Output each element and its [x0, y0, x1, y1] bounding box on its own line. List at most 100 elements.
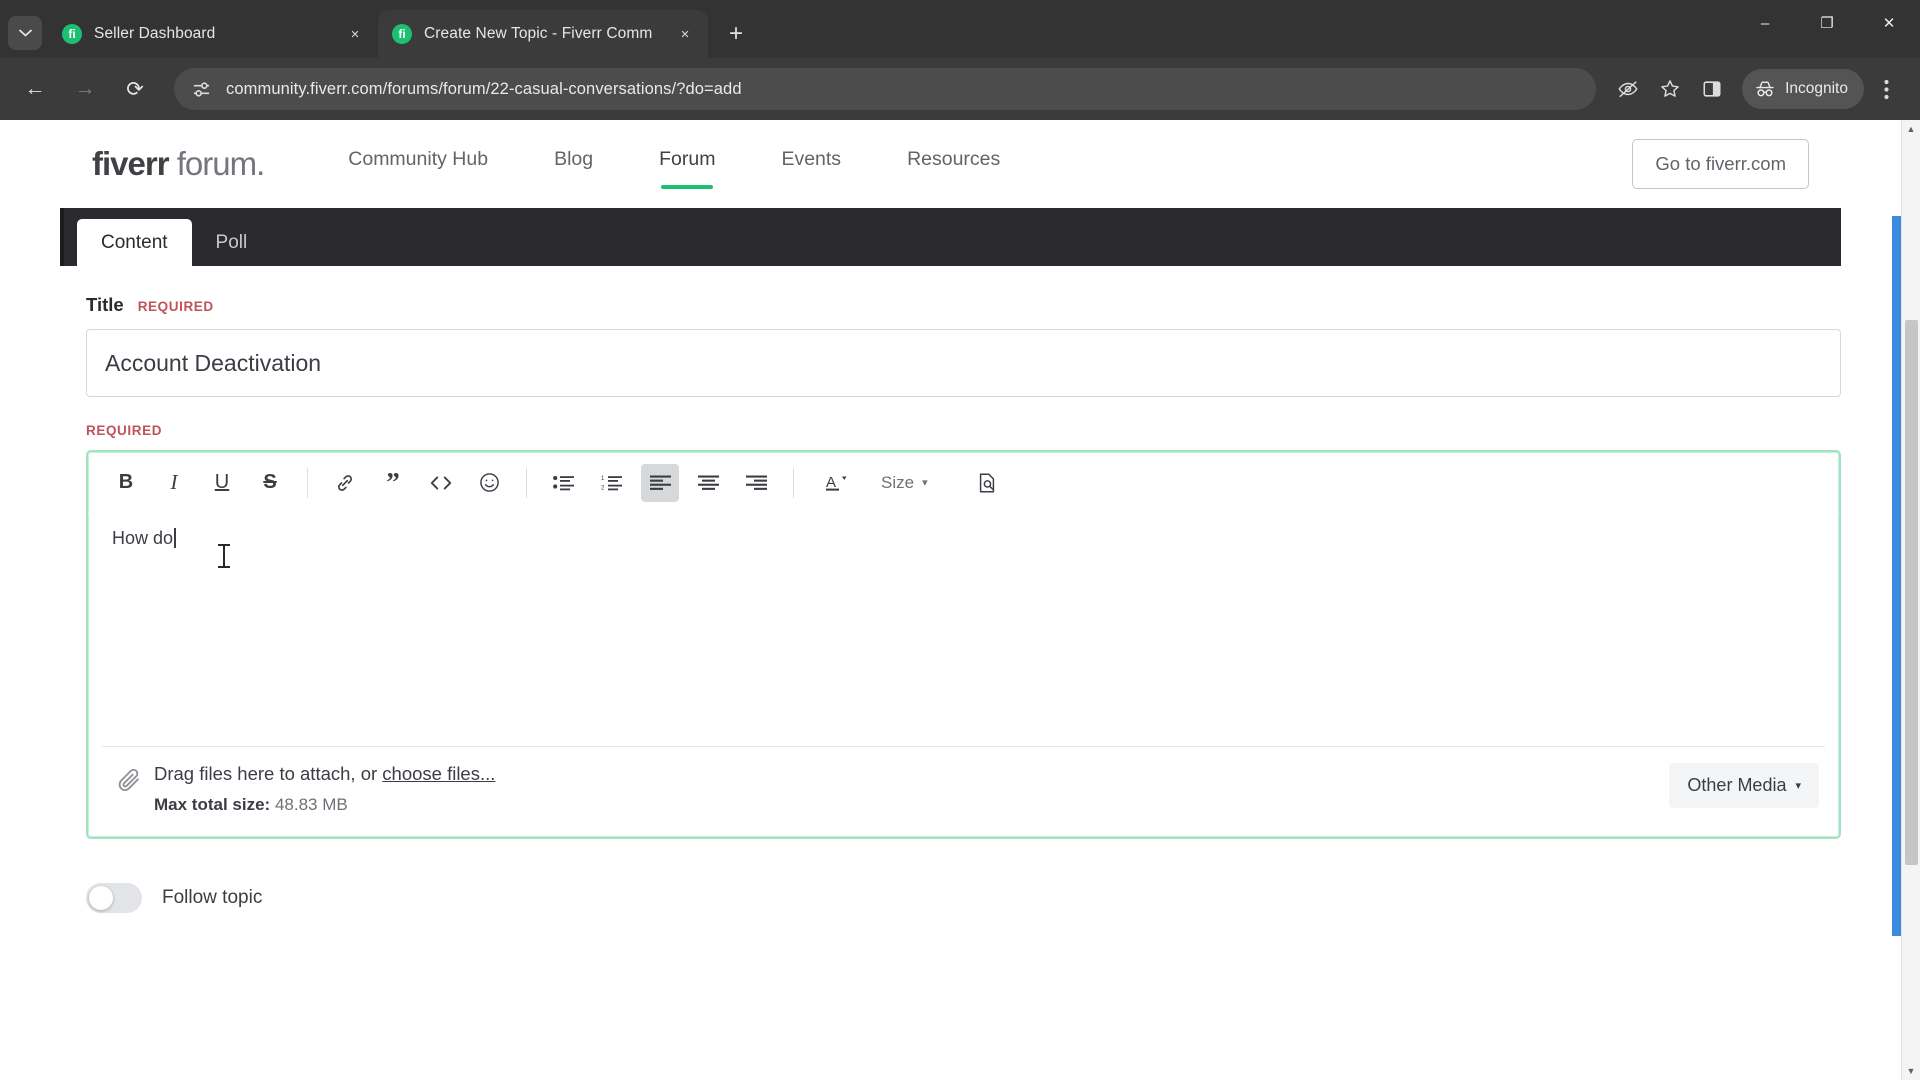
editor-toolbar: B I U S ” 1 2 A Size ▾: [88, 452, 1839, 514]
chevron-down-icon: [18, 29, 32, 37]
chevron-down-icon: ▾: [922, 477, 928, 489]
new-tab-button[interactable]: +: [718, 16, 754, 52]
back-button[interactable]: ←: [14, 68, 56, 110]
incognito-profile-button[interactable]: Incognito: [1742, 69, 1864, 109]
close-window-button[interactable]: ✕: [1858, 0, 1920, 46]
other-media-label: Other Media: [1687, 775, 1787, 795]
go-to-fiverr-button[interactable]: Go to fiverr.com: [1632, 139, 1809, 189]
drag-files-text: Drag files here to attach, or choose fil…: [154, 763, 495, 785]
form-tab-bar: Content Poll: [60, 208, 1841, 266]
quote-icon[interactable]: ”: [374, 464, 412, 502]
nav-item-blog[interactable]: Blog: [554, 148, 593, 181]
tab-title: Create New Topic - Fiverr Comm: [424, 25, 653, 42]
text-color-icon[interactable]: A: [812, 464, 858, 502]
title-input[interactable]: [86, 329, 1841, 397]
nav-item-forum[interactable]: Forum: [659, 148, 715, 189]
page-edge-highlight: [1892, 216, 1901, 936]
browser-toolbar: ← → ⟳ community.fiverr.com/forums/forum/…: [0, 58, 1920, 120]
toolbar-actions: Incognito: [1606, 69, 1906, 109]
font-size-dropdown[interactable]: Size ▾: [871, 464, 938, 502]
max-size-label: Max total size:: [154, 795, 271, 814]
svg-text:A: A: [826, 474, 836, 491]
scroll-up-arrow[interactable]: ▲: [1902, 120, 1920, 138]
tab-strip: fi Seller Dashboard × fi Create New Topi…: [0, 0, 1920, 58]
incognito-icon: [1756, 81, 1774, 97]
nav-item-events[interactable]: Events: [781, 148, 841, 181]
browser-tab-create-new-topic[interactable]: fi Create New Topic - Fiverr Comm ×: [378, 10, 708, 58]
strikethrough-button[interactable]: S: [251, 464, 289, 502]
tab-search-button[interactable]: [8, 16, 42, 50]
underline-button[interactable]: U: [203, 464, 241, 502]
site-header: fiverr forum. Community Hub Blog Forum E…: [0, 120, 1901, 208]
title-field-label: Title REQUIRED: [86, 294, 1841, 316]
browser-window: fi Seller Dashboard × fi Create New Topi…: [0, 0, 1920, 1080]
bullet-list-icon[interactable]: [545, 464, 583, 502]
svg-text:1: 1: [601, 476, 605, 482]
side-panel-icon[interactable]: [1692, 69, 1732, 109]
align-left-icon[interactable]: [641, 463, 679, 502]
bold-button[interactable]: B: [107, 464, 145, 502]
other-media-button[interactable]: Other Media ▾: [1669, 763, 1819, 808]
max-size-value: 48.83 MB: [274, 795, 348, 814]
form-body: Title REQUIRED REQUIRED B I U S: [60, 266, 1901, 913]
chevron-down-icon: ▾: [1795, 780, 1801, 792]
page-scrollbar[interactable]: ▲ ▼: [1901, 120, 1920, 1080]
profile-label: Incognito: [1785, 80, 1848, 97]
window-controls: – ❐ ✕: [1734, 0, 1920, 58]
toolbar-divider: [793, 467, 794, 498]
align-center-icon[interactable]: [689, 464, 727, 502]
content-required-badge: REQUIRED: [86, 423, 163, 438]
logo-bold: fiverr: [92, 145, 170, 182]
tab-poll[interactable]: Poll: [192, 219, 272, 266]
max-size-text: Max total size: 48.83 MB: [154, 795, 495, 815]
star-icon[interactable]: [1650, 69, 1690, 109]
logo-light: forum.: [168, 145, 266, 182]
preview-document-icon[interactable]: [968, 464, 1006, 502]
browser-tab-seller-dashboard[interactable]: fi Seller Dashboard ×: [48, 10, 378, 58]
drag-files-label: Drag files here to attach, or: [154, 763, 383, 784]
tab-content[interactable]: Content: [77, 219, 192, 266]
scroll-down-arrow[interactable]: ▼: [1902, 1062, 1920, 1080]
nav-item-community-hub[interactable]: Community Hub: [348, 148, 488, 181]
reload-button[interactable]: ⟳: [114, 68, 156, 110]
align-right-icon[interactable]: [737, 464, 775, 502]
forward-button[interactable]: →: [64, 68, 106, 110]
font-size-label: Size: [881, 472, 915, 492]
toolbar-divider: [526, 467, 527, 498]
attachment-dropzone[interactable]: Drag files here to attach, or choose fil…: [102, 746, 1825, 837]
numbered-list-icon[interactable]: 1 2: [593, 464, 631, 502]
toolbar-divider: [307, 467, 308, 498]
paperclip-icon: [108, 763, 154, 797]
site-settings-icon[interactable]: [190, 78, 212, 100]
web-page: fiverr forum. Community Hub Blog Forum E…: [0, 120, 1901, 1080]
url-text: community.fiverr.com/forums/forum/22-cas…: [226, 79, 742, 98]
mouse-text-cursor: [218, 544, 230, 568]
minimize-button[interactable]: –: [1734, 0, 1796, 46]
page-viewport: fiverr forum. Community Hub Blog Forum E…: [0, 120, 1920, 1080]
toggle-knob: [89, 886, 113, 910]
follow-topic-label: Follow topic: [162, 887, 263, 908]
content-editor: B I U S ” 1 2 A Size ▾ How do Drag files…: [86, 450, 1841, 839]
text-caret: [174, 528, 176, 548]
maximize-button[interactable]: ❐: [1796, 0, 1858, 46]
follow-topic-row: Follow topic: [86, 883, 1841, 913]
italic-button[interactable]: I: [155, 464, 193, 502]
attachment-text: Drag files here to attach, or choose fil…: [154, 763, 495, 815]
fiverr-forum-logo[interactable]: fiverr forum.: [92, 145, 266, 183]
link-icon[interactable]: [326, 464, 364, 502]
svg-text:2: 2: [601, 485, 605, 491]
tab-close-icon[interactable]: ×: [672, 21, 698, 47]
follow-topic-toggle[interactable]: [86, 883, 142, 913]
fiverr-favicon: fi: [392, 24, 412, 44]
nav-item-resources[interactable]: Resources: [907, 148, 1000, 181]
eye-slash-icon[interactable]: [1608, 69, 1648, 109]
address-bar[interactable]: community.fiverr.com/forums/forum/22-cas…: [174, 68, 1597, 110]
create-topic-form: Content Poll Title REQUIRED REQUIRED B: [0, 208, 1901, 913]
code-icon[interactable]: [422, 464, 460, 502]
tab-close-icon[interactable]: ×: [342, 21, 368, 47]
content-textarea[interactable]: How do: [88, 514, 1839, 746]
scrollbar-thumb[interactable]: [1905, 320, 1918, 865]
choose-files-link[interactable]: choose files...: [382, 763, 495, 784]
three-dot-menu-icon[interactable]: [1866, 69, 1906, 109]
emoji-icon[interactable]: [470, 464, 508, 502]
